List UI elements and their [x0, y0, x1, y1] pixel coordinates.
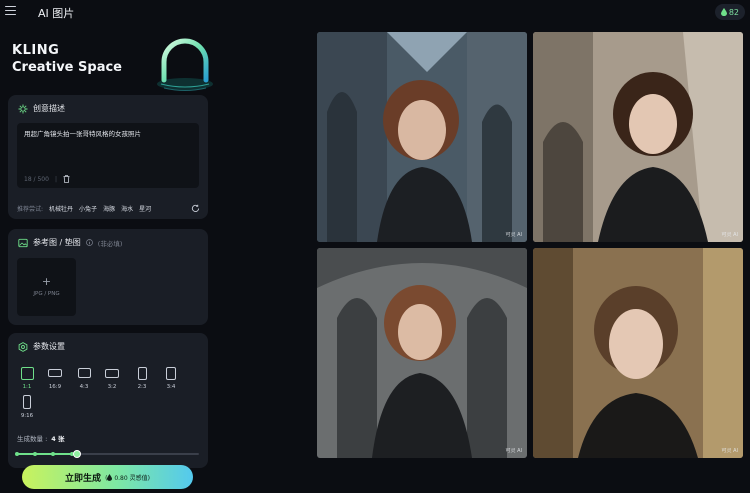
result-image[interactable]: 可灵 AI [533, 248, 743, 458]
suggestion-chip[interactable]: 星河 [139, 204, 151, 213]
parameters-panel: 参数设置 1:1 16:9 4:3 3:2 2:3 3:4 9:16 生成数量 … [8, 333, 208, 468]
image-icon [18, 238, 28, 247]
watermark: 可灵 AI [505, 232, 523, 238]
generate-cost-value: 0.80 灵感值 [114, 474, 148, 482]
ratio-option-4-3[interactable]: 4:3 [74, 367, 94, 390]
result-image[interactable]: 可灵 AI [317, 32, 527, 242]
slider-knob[interactable] [73, 450, 82, 458]
description-title: 创意描述 [33, 104, 65, 113]
sun-icon [18, 104, 28, 113]
brand-subtitle: Creative Space [12, 60, 122, 75]
drop-icon [720, 8, 727, 16]
app-title: AI 图片 [38, 7, 75, 20]
description-panel: 创意描述 用超广角镜头拍一张哥特风格的女孩照片 18 / 500 | 推荐尝试:… [8, 95, 208, 219]
suggestion-chip[interactable]: 海水 [121, 204, 133, 213]
gothic-portrait-image [533, 32, 743, 242]
image-upload-button[interactable]: + JPG / PNG [17, 258, 76, 316]
credits-badge[interactable]: 82 [714, 4, 745, 20]
generate-button[interactable]: 立即生成 ( 0.80 灵感值) [22, 465, 193, 489]
settings-hexagon-icon [18, 341, 28, 352]
upload-format-hint: JPG / PNG [33, 291, 60, 297]
image-count: 生成数量 :4 张 [17, 433, 65, 443]
gothic-portrait-image [317, 248, 527, 458]
slider-step-dot [51, 452, 56, 456]
ratio-option-3-4[interactable]: 3:4 [161, 367, 181, 390]
top-bar: AI 图片 82 [0, 0, 750, 24]
drop-icon [107, 473, 113, 481]
count-value: 4 张 [51, 435, 65, 443]
slider-fill [17, 453, 78, 455]
suggestion-chip[interactable]: 机械牡丹 [49, 204, 73, 213]
brand-title: KLING [12, 43, 60, 58]
suggestion-chip[interactable]: 海豚 [103, 204, 115, 213]
suggestion-chip[interactable]: 小兔子 [79, 204, 97, 213]
brand: KLING Creative Space [12, 42, 122, 76]
reference-title: 参考图 / 垫图 [33, 238, 81, 247]
reference-image-panel: 参考图 / 垫图 (非必填) + JPG / PNG [8, 229, 208, 325]
slider-step-dot [33, 452, 38, 456]
prompt-text[interactable]: 用超广角镜头拍一张哥特风格的女孩照片 [24, 128, 192, 138]
portal-ring-logo [157, 38, 213, 91]
refresh-icon[interactable] [191, 204, 200, 213]
plus-icon: + [41, 275, 52, 288]
gothic-portrait-image [533, 248, 743, 458]
parameters-title: 参数设置 [33, 342, 65, 351]
info-icon[interactable] [85, 239, 93, 246]
gothic-portrait-image [317, 32, 527, 242]
result-image[interactable]: 可灵 AI [533, 32, 743, 242]
suggestion-row: 推荐尝试: 机械牡丹 小兔子 海豚 海水 星河 [17, 204, 151, 213]
char-counter: 18 / 500 [24, 175, 49, 183]
ratio-option-1-1[interactable]: 1:1 [17, 367, 37, 390]
watermark: 可灵 AI [721, 232, 739, 238]
optional-label: (非必填) [97, 239, 123, 248]
ratio-option-2-3[interactable]: 2:3 [132, 367, 152, 390]
count-slider[interactable] [15, 450, 199, 458]
suggest-label: 推荐尝试: [17, 206, 44, 213]
prompt-input[interactable]: 用超广角镜头拍一张哥特风格的女孩照片 18 / 500 | [17, 123, 199, 188]
trash-icon[interactable] [63, 175, 70, 183]
watermark: 可灵 AI [505, 448, 523, 454]
hamburger-menu-icon[interactable] [5, 6, 16, 15]
slider-step-dot [15, 452, 19, 456]
result-image[interactable]: 可灵 AI [317, 248, 527, 458]
credits-value: 82 [728, 7, 739, 17]
ratio-option-3-2[interactable]: 3:2 [102, 367, 122, 390]
ratio-option-9-16[interactable]: 9:16 [17, 395, 37, 419]
ratio-option-16-9[interactable]: 16:9 [45, 367, 65, 390]
generate-label: 立即生成 [65, 473, 102, 484]
watermark: 可灵 AI [721, 448, 739, 454]
generate-cost: ( 0.80 灵感值) [105, 473, 150, 482]
count-label: 生成数量 : [17, 435, 48, 443]
